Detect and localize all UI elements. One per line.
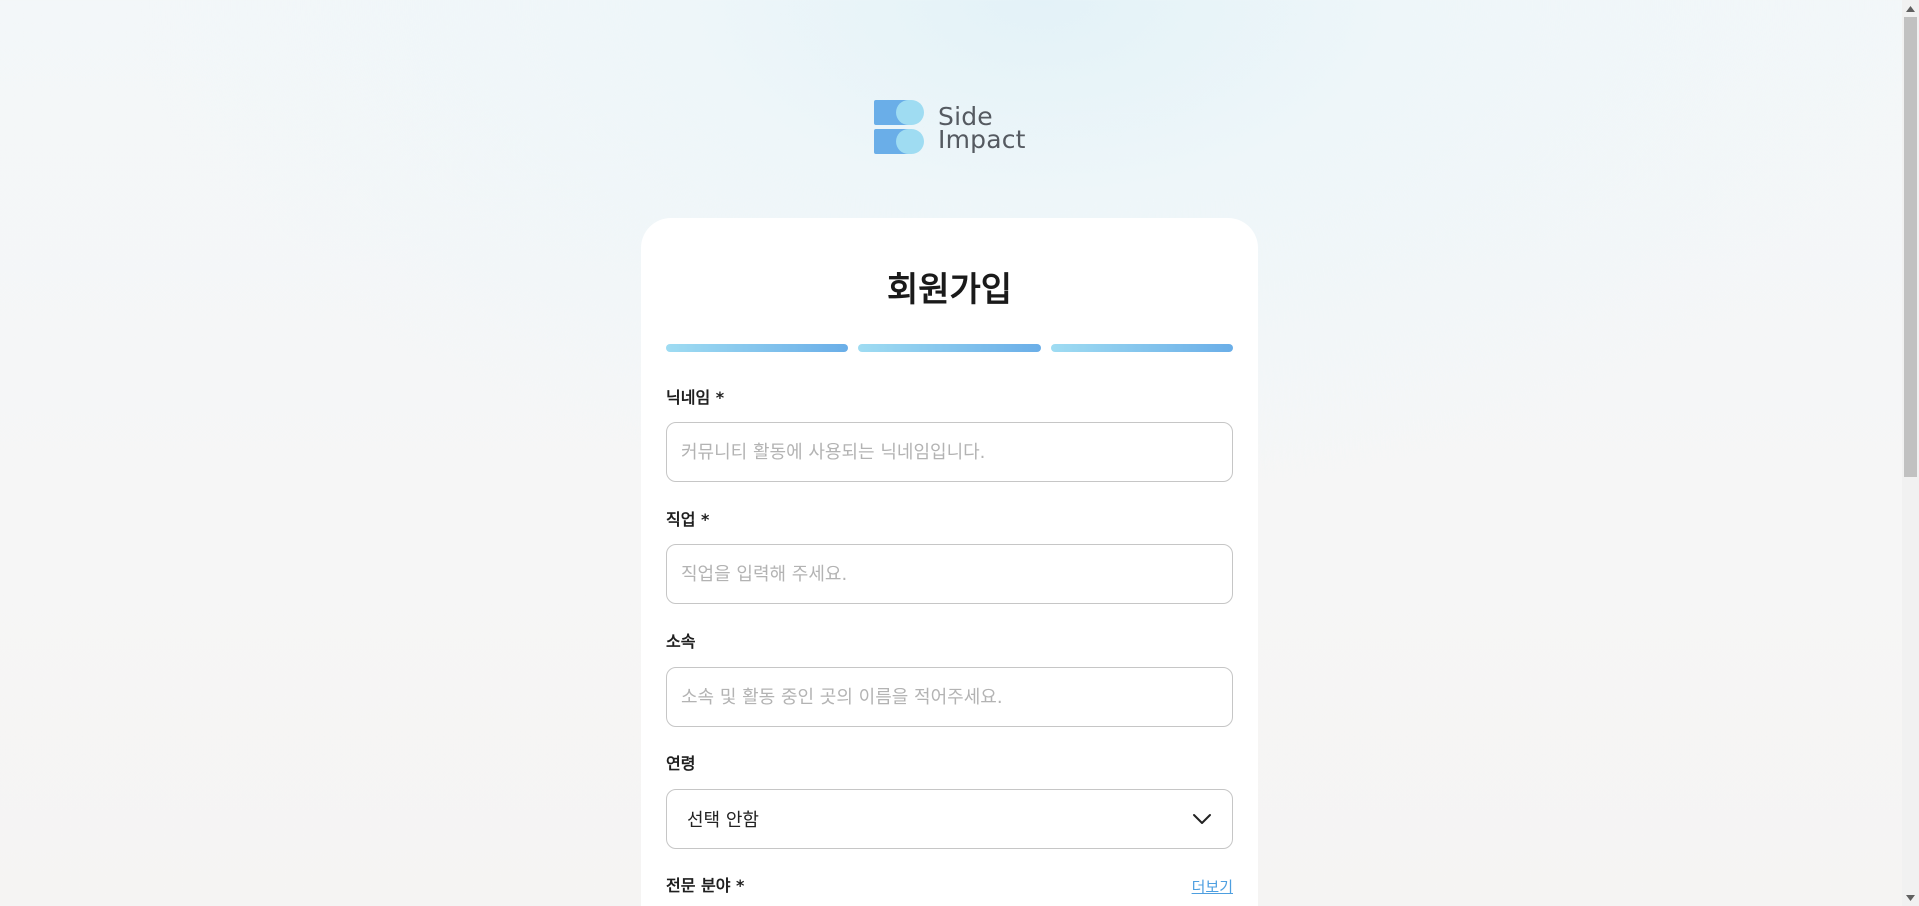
nickname-input[interactable] [666, 422, 1233, 482]
page-title: 회원가입 [886, 270, 1013, 310]
logo-pill-top [896, 100, 924, 125]
age-select-value: 선택 안함 [687, 810, 759, 831]
side-impact-logo[interactable]: Side Impact [874, 100, 1026, 156]
signup-progress-bar [666, 344, 1233, 352]
affiliation-label: 소속 [666, 632, 696, 651]
job-label: 직업 * [666, 510, 710, 529]
side-impact-logo-mark [874, 100, 926, 156]
progress-step-3 [1050, 344, 1233, 352]
chevron-down-icon [1193, 814, 1211, 824]
scroll-up-arrow-icon[interactable] [1902, 0, 1919, 17]
affiliation-input[interactable] [666, 667, 1233, 727]
page-scrollbar[interactable] [1902, 0, 1919, 906]
logo-wordmark: Side Impact [938, 104, 1026, 154]
progress-step-1 [666, 344, 849, 352]
signup-card: 회원가입 닉네임 * 직업 * 소속 연령 선택 안함 전문 분야 * 더보기 [641, 218, 1258, 906]
expertise-more-link[interactable]: 더보기 [1192, 877, 1233, 897]
logo-wordmark-line2: Impact [938, 125, 1026, 154]
age-label: 연령 [666, 754, 696, 773]
expertise-label: 전문 분야 * [666, 876, 745, 895]
nickname-label: 닉네임 * [666, 388, 725, 407]
scroll-down-arrow-icon[interactable] [1902, 889, 1919, 906]
scrollbar-thumb[interactable] [1904, 17, 1917, 477]
progress-step-2 [858, 344, 1041, 352]
job-input[interactable] [666, 544, 1233, 604]
age-select[interactable]: 선택 안함 [666, 789, 1233, 849]
logo-pill-bottom [896, 129, 924, 154]
